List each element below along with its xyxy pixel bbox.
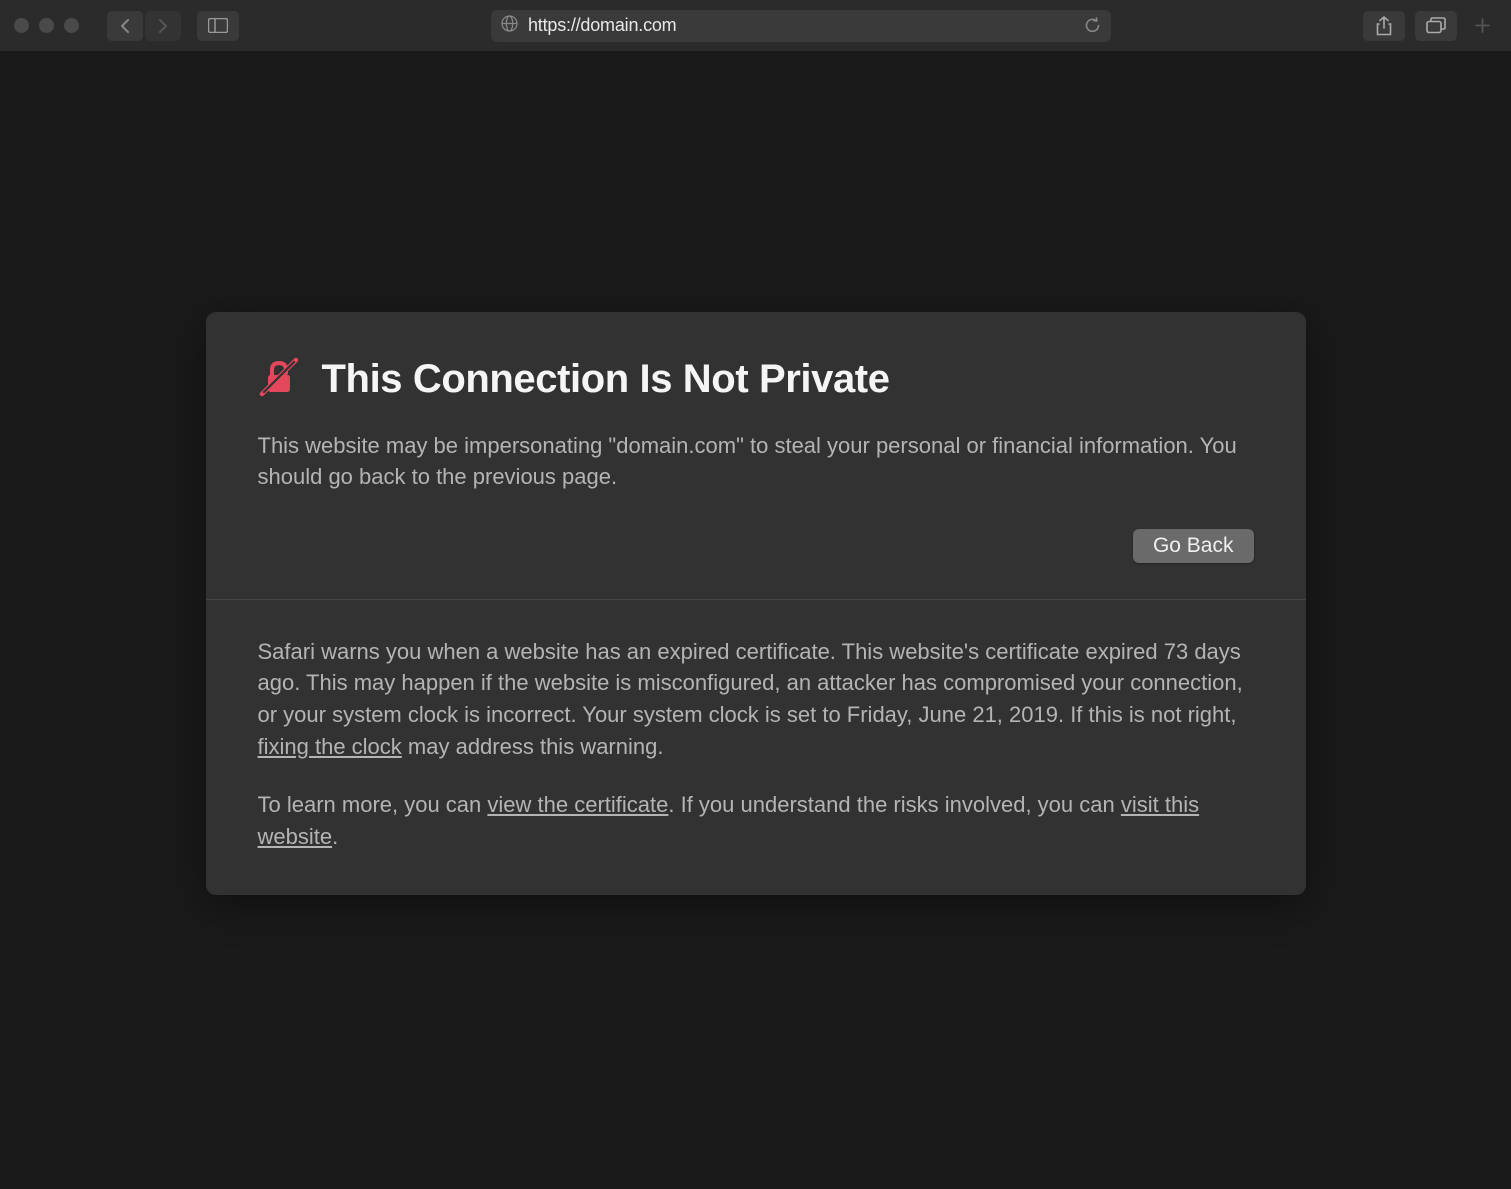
warning-button-row: Go Back xyxy=(258,529,1254,563)
sidebar-icon xyxy=(208,18,228,33)
details-paragraph-2: To learn more, you can view the certific… xyxy=(258,789,1254,853)
warning-heading-row: This Connection Is Not Private xyxy=(258,356,1254,403)
navigation-buttons xyxy=(107,11,181,41)
url-text: https://domain.com xyxy=(528,15,676,36)
share-icon xyxy=(1376,16,1392,36)
plus-icon xyxy=(1475,18,1490,33)
reload-button[interactable] xyxy=(1084,17,1101,34)
page-content: This Connection Is Not Private This webs… xyxy=(0,52,1511,1189)
address-bar-container: https://domain.com xyxy=(289,10,1313,42)
address-bar[interactable]: https://domain.com xyxy=(491,10,1111,42)
details-text: Safari warns you when a website has an e… xyxy=(258,639,1243,728)
insecure-lock-icon xyxy=(258,356,300,403)
reload-icon xyxy=(1084,17,1101,34)
sidebar-toggle-button[interactable] xyxy=(197,11,239,41)
details-text: may address this warning. xyxy=(402,734,664,759)
tabs-button[interactable] xyxy=(1415,11,1457,41)
close-window-button[interactable] xyxy=(14,18,29,33)
details-text: To learn more, you can xyxy=(258,792,488,817)
warning-card: This Connection Is Not Private This webs… xyxy=(206,312,1306,895)
details-text: . xyxy=(332,824,338,849)
warning-body-text: This website may be impersonating "domai… xyxy=(258,431,1254,493)
view-certificate-link[interactable]: view the certificate xyxy=(487,792,668,817)
new-tab-button[interactable] xyxy=(1467,11,1497,41)
browser-window: https://domain.com xyxy=(0,0,1511,1189)
forward-button[interactable] xyxy=(145,11,181,41)
chevron-right-icon xyxy=(157,18,169,34)
details-text: . If you understand the risks involved, … xyxy=(668,792,1120,817)
warning-top-section: This Connection Is Not Private This webs… xyxy=(206,312,1306,599)
share-button[interactable] xyxy=(1363,11,1405,41)
toolbar-right-controls xyxy=(1363,11,1497,41)
minimize-window-button[interactable] xyxy=(39,18,54,33)
back-button[interactable] xyxy=(107,11,143,41)
fix-clock-link[interactable]: fixing the clock xyxy=(258,734,402,759)
go-back-button[interactable]: Go Back xyxy=(1133,529,1254,563)
globe-icon xyxy=(501,15,518,37)
warning-title: This Connection Is Not Private xyxy=(322,357,890,402)
browser-toolbar: https://domain.com xyxy=(0,0,1511,52)
maximize-window-button[interactable] xyxy=(64,18,79,33)
window-controls xyxy=(14,18,79,33)
details-paragraph-1: Safari warns you when a website has an e… xyxy=(258,636,1254,764)
chevron-left-icon xyxy=(119,18,131,34)
tabs-icon xyxy=(1426,17,1446,34)
warning-details-section: Safari warns you when a website has an e… xyxy=(206,600,1306,895)
